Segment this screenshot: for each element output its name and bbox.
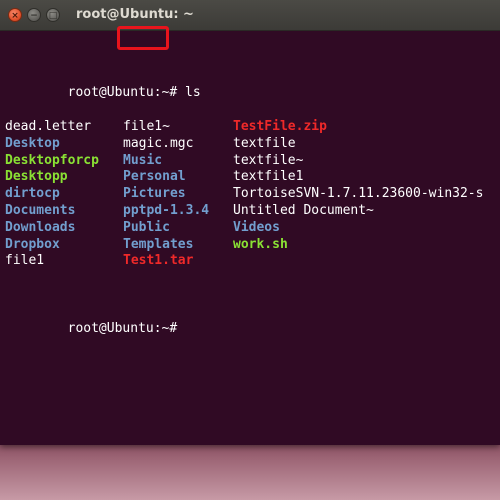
file-entry: Dropbox bbox=[5, 236, 60, 252]
file-entry: textfile~ bbox=[233, 152, 304, 168]
file-entry: Untitled Document~ bbox=[233, 202, 374, 218]
file-entry: Desktopp bbox=[5, 169, 68, 185]
listing-row: file1 Test1.tar bbox=[5, 253, 500, 270]
command-highlight-box bbox=[117, 26, 169, 50]
listing-row: Dropbox Templates work.sh bbox=[5, 237, 500, 254]
maximize-icon[interactable]: □ bbox=[46, 8, 60, 22]
file-entry: file1~ bbox=[123, 118, 170, 134]
file-entry: Downloads bbox=[5, 219, 76, 235]
listing-row: Documents pptpd-1.3.4 Untitled Document~ bbox=[5, 203, 500, 220]
terminal-window[interactable]: × − □ root@Ubuntu: ~ root@Ubuntu:~# ls d… bbox=[0, 0, 500, 445]
minimize-icon[interactable]: − bbox=[27, 8, 41, 22]
file-entry: Music bbox=[123, 152, 163, 168]
file-entry: Videos bbox=[233, 219, 280, 235]
file-entry: dead.letter bbox=[5, 118, 92, 134]
title-bar[interactable]: × − □ root@Ubuntu: ~ bbox=[0, 0, 500, 31]
file-entry: magic.mgc bbox=[123, 135, 194, 151]
command-text: ls bbox=[185, 85, 201, 101]
file-entry: Desktop bbox=[5, 135, 60, 151]
file-entry: pptpd-1.3.4 bbox=[123, 202, 210, 218]
file-entry: Public bbox=[123, 219, 170, 235]
ls-listing: dead.letter file1~ TestFile.zip Desktop magi… bbox=[5, 119, 500, 270]
file-entry: Test1.tar bbox=[123, 253, 194, 269]
file-entry: dirtocp bbox=[5, 186, 60, 202]
terminal-output[interactable]: root@Ubuntu:~# ls dead.letter file1~ TestF… bbox=[0, 31, 500, 445]
file-entry: Documents bbox=[5, 202, 76, 218]
listing-row: Desktopp Personal textfile1 bbox=[5, 169, 500, 186]
final-prompt-line: root@Ubuntu:~# bbox=[5, 304, 500, 336]
listing-row: dead.letter file1~ TestFile.zip bbox=[5, 119, 500, 136]
prompt: root@Ubuntu:~# bbox=[67, 320, 186, 336]
close-icon[interactable]: × bbox=[8, 8, 22, 22]
file-entry: TestFile.zip bbox=[233, 118, 327, 134]
prompt: root@Ubuntu:~# bbox=[67, 85, 186, 101]
file-entry: work.sh bbox=[233, 236, 288, 252]
file-entry: Personal bbox=[123, 169, 186, 185]
file-entry: Desktopforcp bbox=[5, 152, 99, 168]
file-entry: textfile1 bbox=[233, 169, 304, 185]
file-entry: Pictures bbox=[123, 186, 186, 202]
command-line: root@Ubuntu:~# ls bbox=[5, 69, 500, 100]
listing-row: Downloads Public Videos bbox=[5, 220, 500, 237]
file-entry: Templates bbox=[123, 236, 194, 252]
listing-row: dirtocp Pictures TortoiseSVN-1.7.11.23600-… bbox=[5, 186, 500, 203]
file-entry: TortoiseSVN-1.7.11.23600-win32-s bbox=[233, 186, 484, 202]
window-title: root@Ubuntu: ~ bbox=[76, 7, 194, 22]
file-entry: file1 bbox=[5, 253, 45, 269]
file-entry: textfile bbox=[233, 135, 296, 151]
listing-row: Desktopforcp Music textfile~ bbox=[5, 153, 500, 170]
desktop: × − □ root@Ubuntu: ~ root@Ubuntu:~# ls d… bbox=[0, 0, 500, 500]
listing-row: Desktop magic.mgc textfile bbox=[5, 136, 500, 153]
